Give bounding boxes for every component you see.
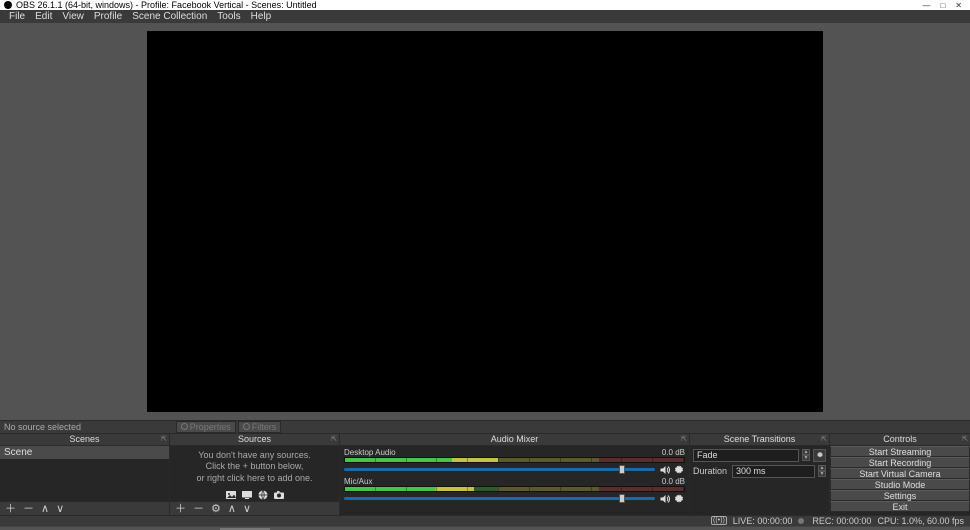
sources-empty-3: or right click here to add one.	[178, 473, 331, 485]
scene-down-button[interactable]: ∨	[54, 502, 66, 515]
live-label: LIVE:	[733, 516, 755, 526]
source-toolbar: No source selected Properties Filters	[0, 420, 970, 434]
start-streaming-button[interactable]: Start Streaming	[830, 446, 970, 457]
channel-level: 0.0 dB	[662, 448, 685, 457]
sources-empty-2: Click the + button below,	[178, 461, 331, 473]
transition-down[interactable]: ▼	[802, 455, 810, 461]
scenes-header[interactable]: Scenes ⇱	[0, 434, 169, 446]
duration-input[interactable]: 300 ms	[732, 465, 815, 478]
volume-slider[interactable]	[344, 497, 655, 500]
controls-header[interactable]: Controls ⇱	[830, 434, 970, 446]
window-title: OBS 26.1.1 (64-bit, windows) - Profile: …	[16, 0, 922, 10]
mixer-body: Desktop Audio 0.0 dB Mic/Aux 0.0 dB	[340, 446, 689, 515]
menu-profile[interactable]: Profile	[89, 11, 127, 22]
app-icon	[4, 1, 12, 9]
minimize-button[interactable]: —	[922, 1, 930, 10]
studio-mode-button[interactable]: Studio Mode	[830, 479, 970, 490]
popout-icon[interactable]: ⇱	[681, 435, 687, 443]
duration-label: Duration	[693, 466, 729, 476]
no-source-label: No source selected	[4, 422, 81, 432]
display-icon	[240, 489, 254, 501]
transition-select[interactable]: Fade	[693, 449, 799, 462]
volume-slider[interactable]	[344, 468, 655, 471]
channel-level: 0.0 dB	[662, 477, 685, 486]
mixer-channel-desktop-audio: Desktop Audio 0.0 dB	[344, 448, 685, 476]
transitions-body: Fade ▲ ▼ Duration 300 ms ▲ ▼	[690, 446, 829, 515]
controls-dock: Controls ⇱ Start Streaming Start Recordi…	[830, 434, 970, 515]
menu-edit[interactable]: Edit	[30, 11, 57, 22]
controls-body: Start Streaming Start Recording Start Vi…	[830, 446, 970, 515]
filters-button[interactable]: Filters	[238, 421, 282, 433]
popout-icon[interactable]: ⇱	[331, 435, 337, 443]
popout-icon[interactable]: ⇱	[161, 435, 167, 443]
audio-meter	[344, 486, 685, 492]
audio-mixer-dock: Audio Mixer ⇱ Desktop Audio 0.0 dB	[340, 434, 690, 515]
source-down-button[interactable]: ∨	[241, 502, 253, 515]
audio-meter	[344, 457, 685, 463]
camera-icon	[272, 489, 286, 501]
rec-indicator	[798, 518, 804, 524]
gear-icon[interactable]	[673, 464, 685, 476]
scene-item[interactable]: Scene	[0, 446, 169, 459]
image-icon	[224, 489, 238, 501]
source-up-button[interactable]: ∧	[226, 502, 238, 515]
globe-icon	[256, 489, 270, 501]
maximize-button[interactable]: □	[940, 1, 945, 10]
sources-empty-1: You don't have any sources.	[178, 450, 331, 462]
cpu-status: CPU: 1.0%, 60.00 fps	[877, 516, 964, 526]
speaker-icon[interactable]	[659, 464, 671, 476]
resize-strip[interactable]	[0, 526, 970, 529]
start-virtual-camera-button[interactable]: Start Virtual Camera	[830, 468, 970, 479]
sources-dock: Sources ⇱ You don't have any sources. Cl…	[170, 434, 340, 515]
channel-name: Mic/Aux	[344, 477, 372, 486]
source-settings-button[interactable]: ⚙	[209, 502, 223, 515]
preview-canvas[interactable]	[147, 31, 823, 412]
preview-area	[0, 23, 970, 420]
speaker-icon[interactable]	[659, 493, 671, 505]
exit-button[interactable]: Exit	[830, 501, 970, 512]
menu-file[interactable]: File	[4, 11, 30, 22]
settings-button[interactable]: Settings	[830, 490, 970, 501]
scenes-list[interactable]: Scene	[0, 446, 169, 501]
broadcast-icon: ((•))	[711, 516, 727, 525]
close-button[interactable]: ✕	[955, 1, 962, 10]
scenes-dock: Scenes ⇱ Scene ＋ － ∧ ∨	[0, 434, 170, 515]
menubar: File Edit View Profile Scene Collection …	[0, 10, 970, 23]
duration-down[interactable]: ▼	[818, 471, 826, 477]
rec-time: 00:00:00	[836, 516, 871, 526]
mixer-channel-mic-aux: Mic/Aux 0.0 dB	[344, 477, 685, 505]
menu-tools[interactable]: Tools	[212, 11, 245, 22]
gear-icon	[816, 451, 824, 459]
popout-icon[interactable]: ⇱	[821, 435, 827, 443]
menu-scene-collection[interactable]: Scene Collection	[127, 11, 212, 22]
status-bar: ((•)) LIVE: 00:00:00 REC: 00:00:00 CPU: …	[0, 515, 970, 526]
transitions-header[interactable]: Scene Transitions ⇱	[690, 434, 829, 446]
titlebar: OBS 26.1.1 (64-bit, windows) - Profile: …	[0, 0, 970, 10]
sources-header[interactable]: Sources ⇱	[170, 434, 339, 446]
mixer-header[interactable]: Audio Mixer ⇱	[340, 434, 689, 446]
menu-view[interactable]: View	[57, 11, 89, 22]
rec-label: REC:	[812, 516, 834, 526]
properties-button[interactable]: Properties	[176, 421, 236, 433]
filter-icon	[243, 423, 250, 430]
live-time: 00:00:00	[757, 516, 792, 526]
gear-icon[interactable]	[673, 493, 685, 505]
gear-icon	[181, 423, 188, 430]
scene-up-button[interactable]: ∧	[39, 502, 51, 515]
transitions-dock: Scene Transitions ⇱ Fade ▲ ▼ Duration 30…	[690, 434, 830, 515]
popout-icon[interactable]: ⇱	[962, 435, 968, 443]
transition-settings-button[interactable]	[813, 449, 826, 462]
docks-row: Scenes ⇱ Scene ＋ － ∧ ∨ Sources ⇱ You don…	[0, 434, 970, 515]
menu-help[interactable]: Help	[246, 11, 277, 22]
sources-list[interactable]: You don't have any sources. Click the + …	[170, 446, 339, 501]
channel-name: Desktop Audio	[344, 448, 396, 457]
start-recording-button[interactable]: Start Recording	[830, 457, 970, 468]
